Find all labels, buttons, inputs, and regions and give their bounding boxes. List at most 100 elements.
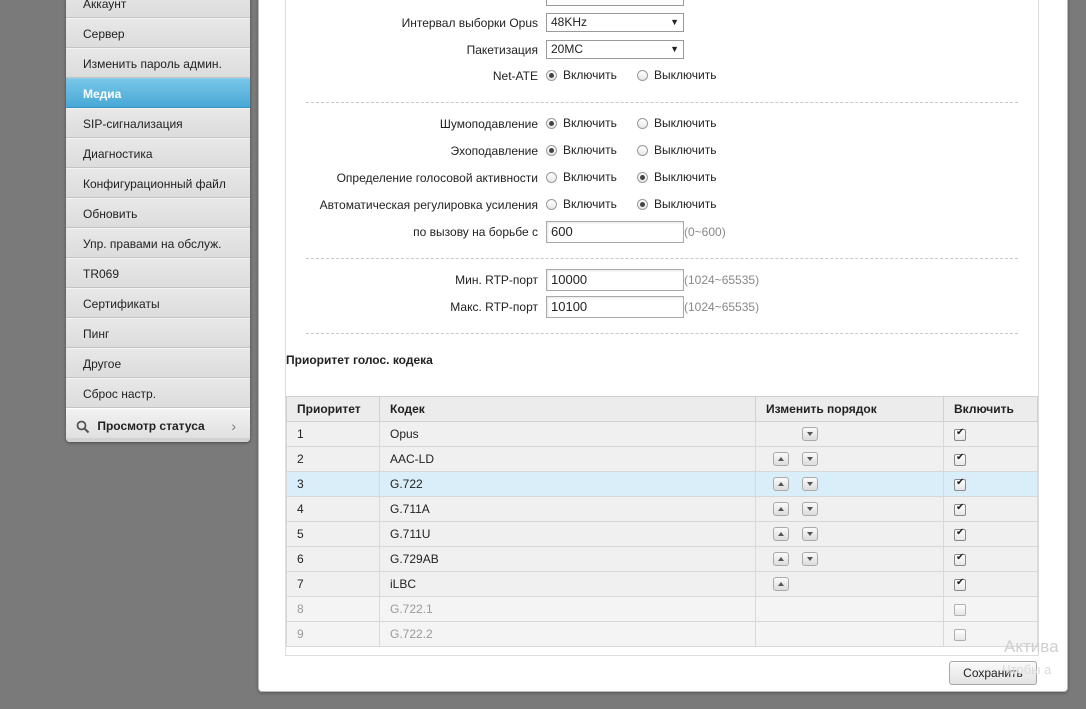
cut-off-field[interactable] bbox=[546, 0, 684, 6]
section-divider bbox=[306, 102, 1018, 103]
echo-cancellation-on-radio[interactable]: Включить bbox=[546, 143, 617, 157]
row-call-fight: по вызову на борьбе с 600 (0~600) bbox=[286, 221, 1040, 243]
codec-enable-checkbox[interactable] bbox=[954, 502, 966, 516]
main-panel: Интервал выборки Opus 48KHz ▼ Пакетизаци… bbox=[258, 0, 1068, 692]
table-row: 2 AAC-LD bbox=[286, 446, 1038, 472]
opus-sample-rate-label: Интервал выборки Opus bbox=[401, 16, 538, 30]
table-row: 3 G.722 bbox=[286, 471, 1038, 497]
move-down-button[interactable] bbox=[802, 477, 818, 491]
echo-cancellation-off-radio[interactable]: Выключить bbox=[637, 143, 716, 157]
codec-order-cell bbox=[755, 446, 944, 472]
row-noise-suppression: Шумоподавление Включить Выключить bbox=[286, 113, 1040, 135]
codec-name-cell: G.722.1 bbox=[379, 596, 756, 622]
move-down-button[interactable] bbox=[802, 502, 818, 516]
move-down-button[interactable] bbox=[802, 427, 818, 441]
rtp-max-hint: (1024~65535) bbox=[684, 300, 760, 314]
status-view-label: Просмотр статуса bbox=[97, 419, 205, 433]
codec-priority-title: Приоритет голос. кодека bbox=[286, 353, 433, 367]
status-view-button[interactable]: Просмотр статуса › bbox=[66, 408, 250, 442]
agc-off-radio[interactable]: Выключить bbox=[637, 197, 716, 211]
codec-name-cell: G.729AB bbox=[379, 546, 756, 572]
col-order-header: Изменить порядок bbox=[755, 396, 944, 422]
rtp-max-label: Макс. RTP-порт bbox=[450, 300, 538, 314]
codec-enable-cell bbox=[943, 496, 1038, 522]
sidebar-item[interactable]: Конфигурационный файл bbox=[66, 168, 250, 198]
codec-enable-checkbox[interactable] bbox=[954, 603, 966, 616]
vad-on-radio[interactable]: Включить bbox=[546, 170, 617, 184]
codec-enable-checkbox[interactable] bbox=[954, 452, 966, 466]
table-row: 4 G.711A bbox=[286, 496, 1038, 522]
agc-off-label: Выключить bbox=[654, 197, 717, 211]
echo-cancellation-off-label: Выключить bbox=[654, 143, 717, 157]
radio-icon bbox=[546, 145, 557, 156]
codec-enable-checkbox[interactable] bbox=[954, 552, 966, 566]
move-up-button[interactable] bbox=[773, 502, 789, 516]
sidebar-item[interactable]: SIP-сигнализация bbox=[66, 108, 250, 138]
codec-enable-checkbox[interactable] bbox=[954, 577, 966, 591]
vad-off-radio[interactable]: Выключить bbox=[637, 170, 716, 184]
row-rtp-min: Мин. RTP-порт 10000 (1024~65535) bbox=[286, 269, 1040, 291]
move-up-button[interactable] bbox=[773, 527, 789, 541]
opus-sample-rate-value: 48KHz bbox=[551, 15, 588, 29]
table-row: 7 iLBC bbox=[286, 571, 1038, 597]
radio-icon bbox=[546, 172, 557, 183]
sidebar-item[interactable]: Сервер bbox=[66, 18, 250, 48]
noise-suppression-on-radio[interactable]: Включить bbox=[546, 116, 617, 130]
sidebar-item[interactable]: Пинг bbox=[66, 318, 250, 348]
activation-watermark-sub: Чтобы а bbox=[1002, 662, 1052, 677]
codec-priority-cell: 8 bbox=[286, 596, 380, 622]
rtp-min-label: Мин. RTP-порт bbox=[455, 273, 538, 287]
rtp-min-input[interactable]: 10000 bbox=[546, 269, 684, 291]
net-ate-off-radio[interactable]: Выключить bbox=[637, 68, 716, 82]
sidebar-nav: Аккаунт Сервер Изменить пароль админ. Медиа… bbox=[66, 0, 250, 442]
codec-enable-checkbox[interactable] bbox=[954, 427, 966, 441]
vad-on-label: Включить bbox=[563, 170, 617, 184]
noise-suppression-label: Шумоподавление bbox=[439, 117, 538, 131]
codec-order-cell bbox=[755, 471, 944, 497]
codec-name-cell: Opus bbox=[379, 421, 756, 447]
codec-enable-cell bbox=[943, 446, 1038, 472]
codec-name-cell: G.722.2 bbox=[379, 621, 756, 647]
move-up-button[interactable] bbox=[773, 552, 789, 566]
radio-icon bbox=[637, 145, 648, 156]
noise-suppression-on-label: Включить bbox=[563, 116, 617, 130]
move-down-button[interactable] bbox=[802, 552, 818, 566]
noise-suppression-off-radio[interactable]: Выключить bbox=[637, 116, 716, 130]
agc-on-radio[interactable]: Включить bbox=[546, 197, 617, 211]
agc-label: Автоматическая регулировка усиления bbox=[319, 198, 538, 212]
table-row: 8 G.722.1 bbox=[286, 596, 1038, 622]
codec-enable-checkbox[interactable] bbox=[954, 527, 966, 541]
sidebar-item[interactable]: Сертификаты bbox=[66, 288, 250, 318]
sidebar-item[interactable]: Обновить bbox=[66, 198, 250, 228]
codec-enable-checkbox[interactable] bbox=[954, 628, 966, 641]
codec-name-cell: G.711A bbox=[379, 496, 756, 522]
move-up-button[interactable] bbox=[773, 577, 789, 591]
rtp-max-input[interactable]: 10100 bbox=[546, 296, 684, 318]
move-down-button[interactable] bbox=[802, 527, 818, 541]
sidebar-item[interactable]: Аккаунт bbox=[66, 0, 250, 18]
codec-enable-cell bbox=[943, 571, 1038, 597]
sidebar-item[interactable]: Изменить пароль админ. bbox=[66, 48, 250, 78]
sidebar-item[interactable]: Другое bbox=[66, 348, 250, 378]
net-ate-on-radio[interactable]: Включить bbox=[546, 68, 617, 82]
sidebar-item[interactable]: Упр. правами на обслуж. bbox=[66, 228, 250, 258]
codec-order-cell bbox=[755, 421, 944, 447]
activation-watermark: Актива bbox=[1004, 637, 1059, 656]
row-net-ate: Net-ATE Включить Выключить bbox=[286, 65, 1040, 87]
call-fight-hint: (0~600) bbox=[684, 225, 726, 239]
call-fight-input[interactable]: 600 bbox=[546, 221, 684, 243]
sidebar-item[interactable]: Диагностика bbox=[66, 138, 250, 168]
sidebar-item[interactable]: Медиа bbox=[66, 78, 250, 108]
move-down-button[interactable] bbox=[802, 452, 818, 466]
move-up-button[interactable] bbox=[773, 477, 789, 491]
codec-name-cell: AAC-LD bbox=[379, 446, 756, 472]
packetization-select[interactable]: 20MC ▼ bbox=[546, 40, 684, 59]
opus-sample-rate-select[interactable]: 48KHz ▼ bbox=[546, 13, 684, 32]
sidebar-item[interactable]: TR069 bbox=[66, 258, 250, 288]
codec-order-cell bbox=[755, 546, 944, 572]
codec-priority-cell: 7 bbox=[286, 571, 380, 597]
codec-name-cell: G.711U bbox=[379, 521, 756, 547]
move-up-button[interactable] bbox=[773, 452, 789, 466]
codec-enable-checkbox[interactable] bbox=[954, 477, 966, 491]
sidebar-item[interactable]: Сброс настр. bbox=[66, 378, 250, 408]
